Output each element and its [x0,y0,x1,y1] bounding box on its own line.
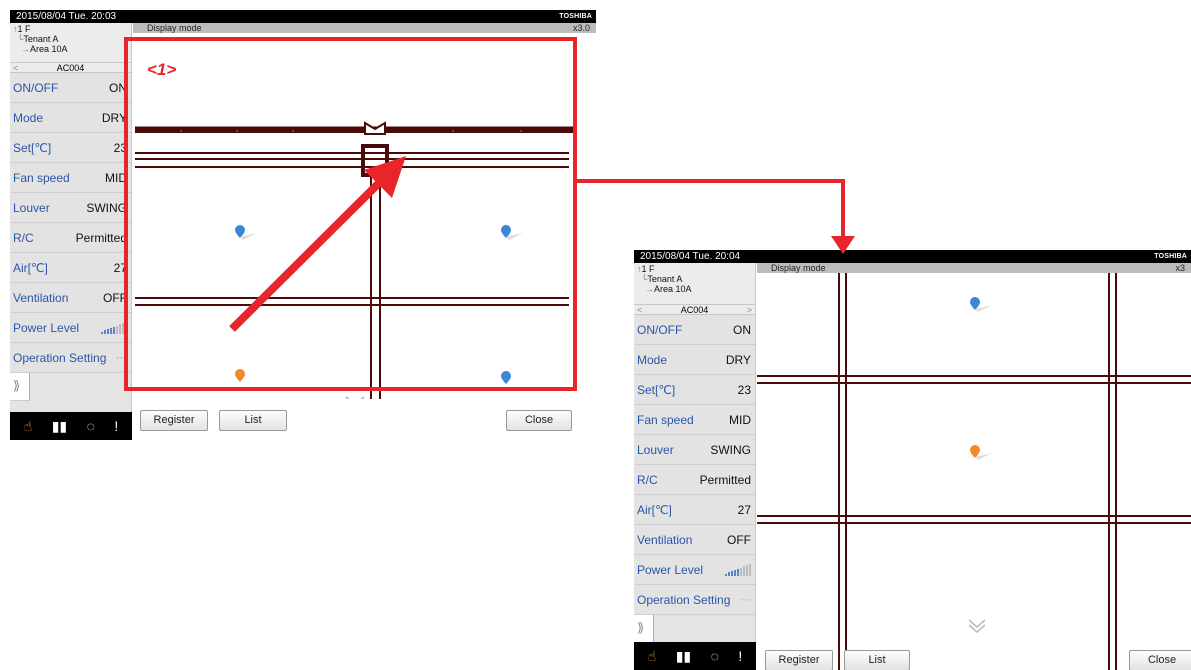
annotation-arrows [229,156,855,332]
